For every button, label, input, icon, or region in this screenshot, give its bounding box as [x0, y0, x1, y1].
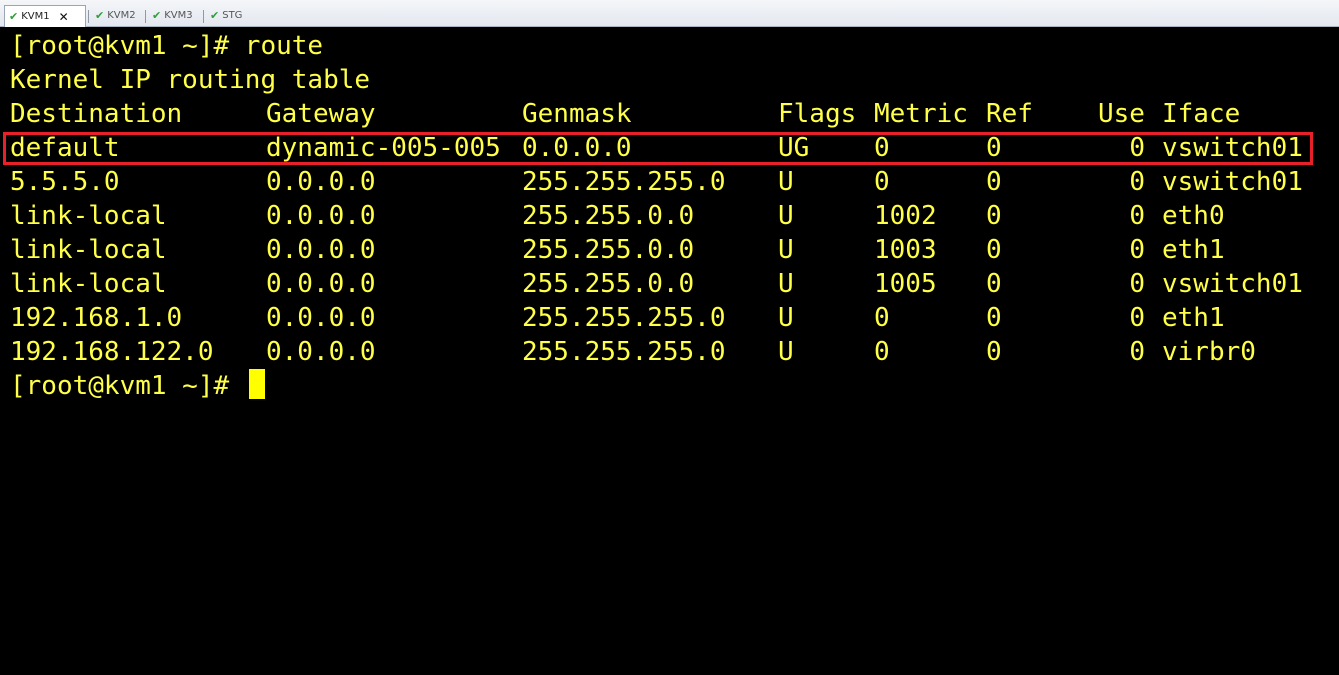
- cell-ref: 0: [986, 133, 1002, 163]
- cell-metric: 0: [874, 337, 890, 367]
- cell-iface: vswitch01: [1162, 167, 1303, 197]
- cell-use: 0: [1129, 167, 1145, 197]
- header-gateway: Gateway: [266, 99, 376, 129]
- tab-stg[interactable]: ✔ STG: [206, 5, 246, 26]
- cell-ref: 0: [986, 235, 1002, 265]
- cell-flags: UG: [778, 133, 810, 163]
- check-icon: ✔: [210, 9, 220, 22]
- cell-use: 0: [1129, 201, 1145, 231]
- cell-use: 0: [1129, 269, 1145, 299]
- table-heading: Kernel IP routing table: [10, 65, 371, 95]
- header-use: Use: [1098, 99, 1145, 129]
- tab-label: KVM1: [21, 11, 50, 22]
- routing-table-header: Destination Gateway Genmask Flags Metric…: [10, 97, 1330, 131]
- cell-iface: virbr0: [1162, 337, 1256, 367]
- header-genmask: Genmask: [522, 99, 632, 129]
- cell-metric: 1005: [874, 269, 937, 299]
- close-icon[interactable]: ✕: [59, 10, 69, 24]
- terminal-pane[interactable]: [root@kvm1 ~]# route Kernel IP routing t…: [0, 27, 1339, 415]
- cell-genmask: 255.255.255.0: [522, 167, 726, 197]
- cell-iface: eth1: [1162, 303, 1225, 333]
- cell-use: 0: [1129, 235, 1145, 265]
- cell-flags: U: [778, 337, 794, 367]
- header-flags: Flags: [778, 99, 857, 129]
- header-metric: Metric: [874, 99, 968, 129]
- cell-metric: 0: [874, 133, 890, 163]
- header-destination: Destination: [10, 99, 183, 129]
- table-row: 192.168.122.0 0.0.0.0 255.255.255.0 U 0 …: [10, 335, 1330, 369]
- cell-ref: 0: [986, 167, 1002, 197]
- table-row: default dynamic-005-005 0.0.0.0 UG 0 0 0…: [10, 131, 1330, 165]
- cell-ref: 0: [986, 201, 1002, 231]
- cell-gateway: 0.0.0.0: [266, 303, 376, 333]
- cell-gateway: 0.0.0.0: [266, 269, 376, 299]
- prompt-line: [root@kvm1 ~]#: [10, 371, 230, 401]
- table-row: link-local 0.0.0.0 255.255.0.0 U 1003 0 …: [10, 233, 1330, 267]
- cell-destination: default: [10, 133, 120, 163]
- cell-gateway: dynamic-005-005: [266, 133, 501, 163]
- tab-divider: [145, 10, 146, 23]
- cell-metric: 1003: [874, 235, 937, 265]
- cell-iface: vswitch01: [1162, 269, 1303, 299]
- cell-use: 0: [1129, 133, 1145, 163]
- cell-flags: U: [778, 235, 794, 265]
- cell-genmask: 255.255.255.0: [522, 337, 726, 367]
- cell-gateway: 0.0.0.0: [266, 201, 376, 231]
- tab-label: KVM3: [164, 10, 193, 21]
- cell-flags: U: [778, 269, 794, 299]
- table-row: 192.168.1.0 0.0.0.0 255.255.255.0 U 0 0 …: [10, 301, 1330, 335]
- cell-metric: 1002: [874, 201, 937, 231]
- tab-label: KVM2: [107, 10, 136, 21]
- check-icon: ✔: [95, 9, 105, 22]
- cell-iface: eth0: [1162, 201, 1225, 231]
- cell-iface: vswitch01: [1162, 133, 1303, 163]
- cell-iface: eth1: [1162, 235, 1225, 265]
- cell-flags: U: [778, 201, 794, 231]
- tab-divider: [88, 10, 89, 23]
- tab-kvm1[interactable]: ✔ KVM1 ✕: [4, 5, 86, 27]
- table-row: 5.5.5.0 0.0.0.0 255.255.255.0 U 0 0 0 vs…: [10, 165, 1330, 199]
- header-iface: Iface: [1162, 99, 1241, 129]
- cell-destination: link-local: [10, 269, 167, 299]
- command-line: [root@kvm1 ~]# route: [10, 31, 324, 61]
- cell-destination: 192.168.122.0: [10, 337, 214, 367]
- cell-genmask: 0.0.0.0: [522, 133, 632, 163]
- check-icon: ✔: [9, 10, 19, 23]
- cell-genmask: 255.255.0.0: [522, 235, 695, 265]
- tab-kvm3[interactable]: ✔ KVM3: [148, 5, 197, 26]
- cell-use: 0: [1129, 337, 1145, 367]
- cell-ref: 0: [986, 303, 1002, 333]
- tab-label: STG: [222, 10, 243, 21]
- cell-flags: U: [778, 167, 794, 197]
- cell-gateway: 0.0.0.0: [266, 167, 376, 197]
- cell-destination: 192.168.1.0: [10, 303, 183, 333]
- cell-metric: 0: [874, 303, 890, 333]
- cell-ref: 0: [986, 269, 1002, 299]
- cell-ref: 0: [986, 337, 1002, 367]
- session-tab-bar: ✔ KVM1 ✕ ✔ KVM2 ✔ KVM3 ✔ STG: [0, 0, 1339, 27]
- tab-divider: [203, 10, 204, 23]
- header-ref: Ref: [986, 99, 1033, 129]
- cell-gateway: 0.0.0.0: [266, 337, 376, 367]
- cell-genmask: 255.255.0.0: [522, 269, 695, 299]
- cell-genmask: 255.255.0.0: [522, 201, 695, 231]
- table-row: link-local 0.0.0.0 255.255.0.0 U 1005 0 …: [10, 267, 1330, 301]
- cell-gateway: 0.0.0.0: [266, 235, 376, 265]
- cell-destination: link-local: [10, 235, 167, 265]
- check-icon: ✔: [152, 9, 162, 22]
- cell-flags: U: [778, 303, 794, 333]
- table-row: link-local 0.0.0.0 255.255.0.0 U 1002 0 …: [10, 199, 1330, 233]
- cell-destination: link-local: [10, 201, 167, 231]
- terminal-cursor: [249, 369, 265, 399]
- cell-genmask: 255.255.255.0: [522, 303, 726, 333]
- cell-metric: 0: [874, 167, 890, 197]
- cell-destination: 5.5.5.0: [10, 167, 120, 197]
- tab-kvm2[interactable]: ✔ KVM2: [91, 5, 140, 26]
- cell-use: 0: [1129, 303, 1145, 333]
